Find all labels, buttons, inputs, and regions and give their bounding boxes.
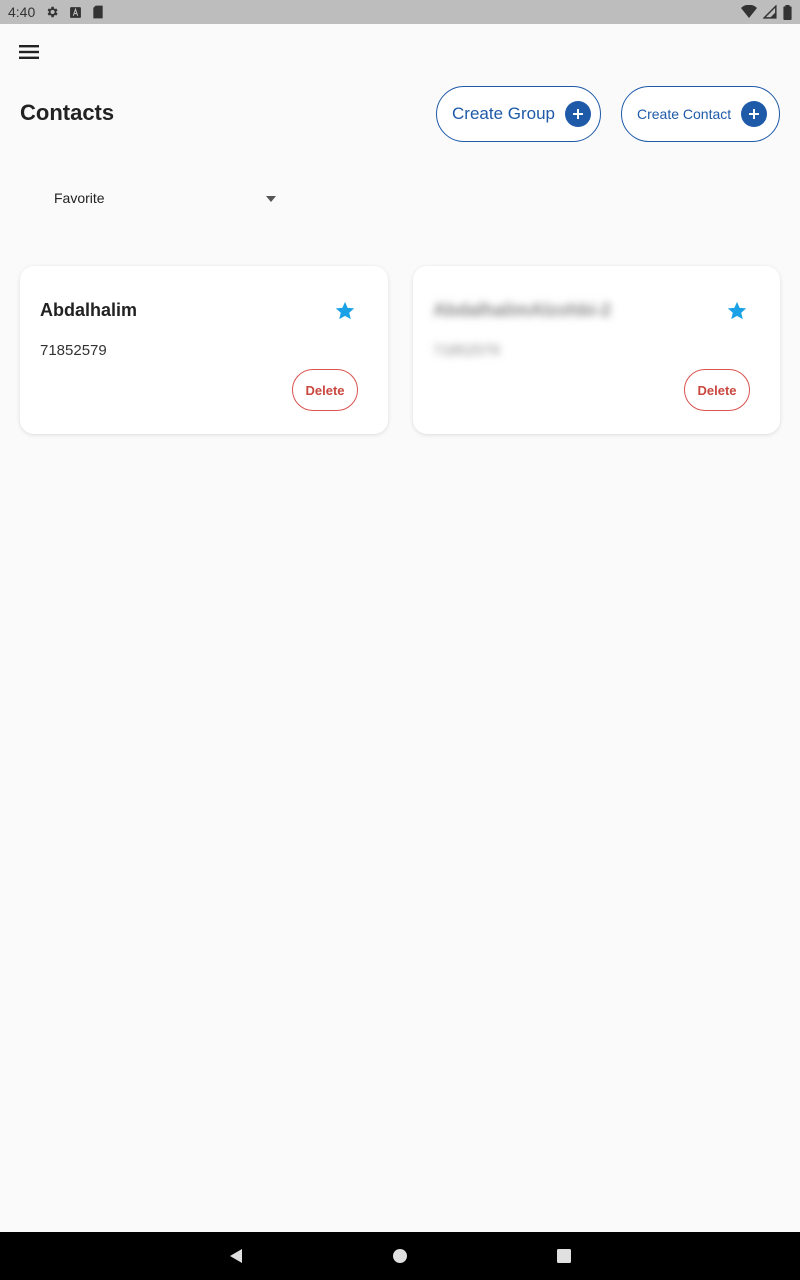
home-icon[interactable] xyxy=(388,1244,412,1268)
create-contact-label: Create Contact xyxy=(637,106,732,122)
chevron-down-icon xyxy=(266,189,276,207)
page-title: Contacts xyxy=(20,100,115,125)
create-group-button[interactable]: Create Group xyxy=(436,86,601,142)
sd-card-icon xyxy=(92,5,104,19)
contact-card[interactable]: Abdalhalim 71852579 Delete xyxy=(20,266,388,434)
contact-name: Abdalhalim xyxy=(40,300,138,320)
contact-name: AbdalhalimAlzohbi-2 xyxy=(433,300,612,320)
star-icon[interactable] xyxy=(334,300,356,322)
contact-phone: 71852579 xyxy=(40,342,107,359)
plus-icon xyxy=(741,101,768,127)
wifi-icon xyxy=(741,5,757,19)
back-icon[interactable] xyxy=(224,1244,248,1268)
plus-icon xyxy=(565,101,591,127)
create-group-label: Create Group xyxy=(452,104,555,123)
status-bar: 4:40 xyxy=(0,0,800,24)
a-badge-icon xyxy=(69,6,82,19)
status-time: 4:40 xyxy=(8,4,36,20)
status-right xyxy=(741,4,792,20)
recents-icon[interactable] xyxy=(552,1244,576,1268)
signal-icon xyxy=(763,5,777,19)
filter-dropdown[interactable]: Favorite xyxy=(42,184,286,212)
settings-icon xyxy=(45,5,59,19)
delete-button[interactable]: Delete xyxy=(684,369,750,411)
navigation-bar xyxy=(0,1232,800,1280)
delete-button[interactable]: Delete xyxy=(292,369,358,411)
hamburger-menu-icon[interactable] xyxy=(14,38,44,66)
status-left: 4:40 xyxy=(8,4,104,20)
contacts-screen: 4:40 Contacts Create Group Create Contac… xyxy=(0,0,800,1280)
create-contact-button[interactable]: Create Contact xyxy=(621,86,780,142)
star-icon[interactable] xyxy=(726,300,748,322)
contact-phone: 71852579 xyxy=(433,342,500,359)
filter-selected-value: Favorite xyxy=(54,190,105,206)
battery-icon xyxy=(783,4,792,20)
contact-card[interactable]: AbdalhalimAlzohbi-2 71852579 Delete xyxy=(413,266,780,434)
